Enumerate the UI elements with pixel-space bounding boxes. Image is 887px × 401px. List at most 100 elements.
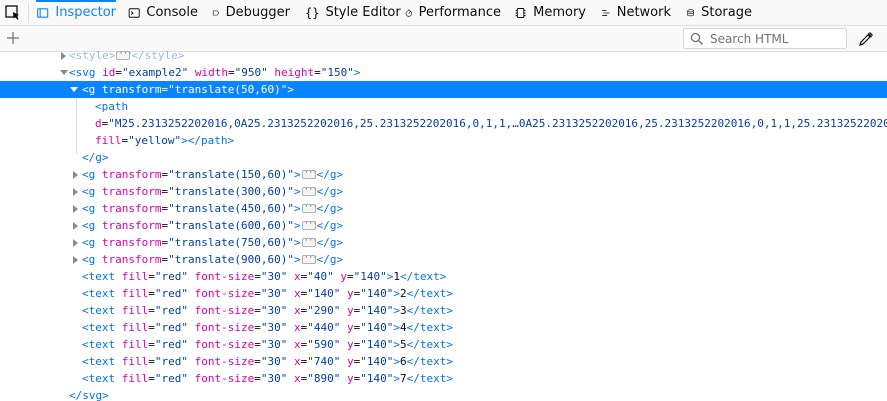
search-html-box[interactable] <box>683 28 847 49</box>
attr-name[interactable]: font-size <box>195 304 255 317</box>
tree-node-g[interactable]: <g transform="translate(900,60)"></g> <box>0 250 887 268</box>
attr-value[interactable]: red <box>162 372 182 385</box>
attr-value[interactable]: red <box>162 355 182 368</box>
attr-name[interactable]: fill <box>122 321 149 334</box>
attr-name[interactable]: x <box>294 287 301 300</box>
attr-name[interactable]: y <box>347 287 354 300</box>
text-content[interactable]: 1 <box>393 270 400 283</box>
expand-arrow-icon[interactable] <box>73 205 78 213</box>
attr-value[interactable]: 740 <box>314 355 334 368</box>
tree-node-style[interactable]: <style> </style> <box>0 47 887 64</box>
text-content[interactable]: 6 <box>400 355 407 368</box>
attr-value[interactable]: 30 <box>267 372 280 385</box>
collapsed-children-badge[interactable] <box>116 47 132 63</box>
attr-name[interactable]: y <box>340 270 347 283</box>
attr-name[interactable]: y <box>347 321 354 334</box>
element-picker-icon[interactable] <box>4 4 22 22</box>
attr-name[interactable]: transform <box>102 236 162 249</box>
tab-memory[interactable]: Memory <box>514 0 586 25</box>
expand-arrow-icon[interactable] <box>73 171 78 179</box>
attr-value[interactable]: red <box>162 287 182 300</box>
attr-name[interactable]: x <box>294 338 301 351</box>
attr-name[interactable]: width <box>195 66 228 79</box>
attr-value[interactable]: 140 <box>367 321 387 334</box>
attr-name[interactable]: font-size <box>195 287 255 300</box>
collapsed-children-badge[interactable] <box>301 216 317 233</box>
attr-name[interactable]: transform <box>102 202 162 215</box>
attr-value[interactable]: 30 <box>267 321 280 334</box>
attr-name[interactable]: y <box>347 304 354 317</box>
attr-value[interactable]: 140 <box>367 338 387 351</box>
attr-value[interactable]: 590 <box>314 338 334 351</box>
tree-node-g[interactable]: <g transform="translate(450,60)"></g> <box>0 199 887 217</box>
attr-value[interactable]: translate(450,60) <box>175 202 288 215</box>
attr-name[interactable]: transform <box>102 83 162 96</box>
attr-value[interactable]: translate(600,60) <box>175 219 288 232</box>
attr-value[interactable]: red <box>162 270 182 283</box>
attr-name[interactable]: transform <box>102 185 162 198</box>
attr-value[interactable]: 950 <box>241 66 261 79</box>
tree-node-text[interactable]: <text fill="red" font-size="30" x="140" … <box>0 285 887 302</box>
attr-name[interactable]: fill <box>95 134 122 147</box>
expand-arrow-icon[interactable] <box>73 222 78 230</box>
expand-arrow-icon[interactable] <box>73 256 78 264</box>
attr-name[interactable]: y <box>347 372 354 385</box>
attr-name[interactable]: fill <box>122 372 149 385</box>
attr-name[interactable]: fill <box>122 304 149 317</box>
tree-node-g[interactable]: <g transform="translate(300,60)"></g> <box>0 182 887 200</box>
tab-performance[interactable]: Performance <box>405 0 501 25</box>
tree-node-path[interactable]: <path <box>0 98 887 115</box>
tree-node-svg[interactable]: <svg id="example2" width="950" height="1… <box>0 64 887 81</box>
tab-style-editor[interactable]: {} Style Editor <box>305 0 401 25</box>
expand-arrow-icon[interactable] <box>61 52 66 60</box>
collapse-arrow-icon[interactable] <box>70 87 78 92</box>
collapsed-children-badge[interactable] <box>301 165 317 182</box>
attr-name[interactable]: transform <box>102 168 162 181</box>
attr-name[interactable]: id <box>102 66 115 79</box>
attr-value[interactable]: 150 <box>327 66 347 79</box>
attr-value[interactable]: translate(900,60) <box>175 253 288 266</box>
attr-value[interactable]: 30 <box>267 355 280 368</box>
attr-value[interactable]: translate(300,60) <box>175 185 288 198</box>
attr-value[interactable]: red <box>162 304 182 317</box>
collapse-arrow-icon[interactable] <box>60 70 68 75</box>
attr-value[interactable]: M25.2313252202016,0A25.2313252202016,25.… <box>115 117 887 130</box>
text-content[interactable]: 2 <box>400 287 407 300</box>
collapsed-children-badge[interactable] <box>301 182 317 199</box>
attr-name[interactable]: fill <box>122 270 149 283</box>
attr-value[interactable]: 140 <box>367 287 387 300</box>
attr-value[interactable]: 890 <box>314 372 334 385</box>
attr-value[interactable]: red <box>162 321 182 334</box>
expand-arrow-icon[interactable] <box>73 239 78 247</box>
attr-value[interactable]: 30 <box>267 338 280 351</box>
tree-node-text[interactable]: <text fill="red" font-size="30" x="290" … <box>0 302 887 319</box>
expand-arrow-icon[interactable] <box>73 188 78 196</box>
attr-value[interactable]: translate(750,60) <box>175 236 288 249</box>
attr-value[interactable]: 140 <box>367 372 387 385</box>
attr-name[interactable]: x <box>294 355 301 368</box>
attr-value[interactable]: red <box>162 338 182 351</box>
tab-network[interactable]: Network <box>601 0 671 25</box>
text-content[interactable]: 7 <box>400 372 407 385</box>
tree-node-g[interactable]: <g transform="translate(150,60)"></g> <box>0 165 887 183</box>
add-node-icon[interactable] <box>5 30 21 46</box>
text-content[interactable]: 4 <box>400 321 407 334</box>
attr-name[interactable]: height <box>274 66 314 79</box>
attr-name[interactable]: fill <box>122 287 149 300</box>
attr-value[interactable]: yellow <box>135 134 175 147</box>
attr-name[interactable]: fill <box>122 338 149 351</box>
attr-name[interactable]: font-size <box>195 338 255 351</box>
attr-value[interactable]: 30 <box>267 304 280 317</box>
attr-value[interactable]: example2 <box>129 66 182 79</box>
tab-inspector[interactable]: Inspector <box>36 0 116 25</box>
attr-name[interactable]: fill <box>122 355 149 368</box>
text-content[interactable]: 3 <box>400 304 407 317</box>
tree-node-text[interactable]: <text fill="red" font-size="30" x="740" … <box>0 353 887 370</box>
collapsed-children-badge[interactable] <box>301 233 317 250</box>
tree-node-svg-close[interactable]: </svg> <box>0 387 887 401</box>
attr-name[interactable]: y <box>347 338 354 351</box>
attr-value[interactable]: 440 <box>314 321 334 334</box>
attr-value[interactable]: 140 <box>367 355 387 368</box>
attr-name[interactable]: x <box>294 270 301 283</box>
eyedropper-icon[interactable] <box>858 31 874 47</box>
